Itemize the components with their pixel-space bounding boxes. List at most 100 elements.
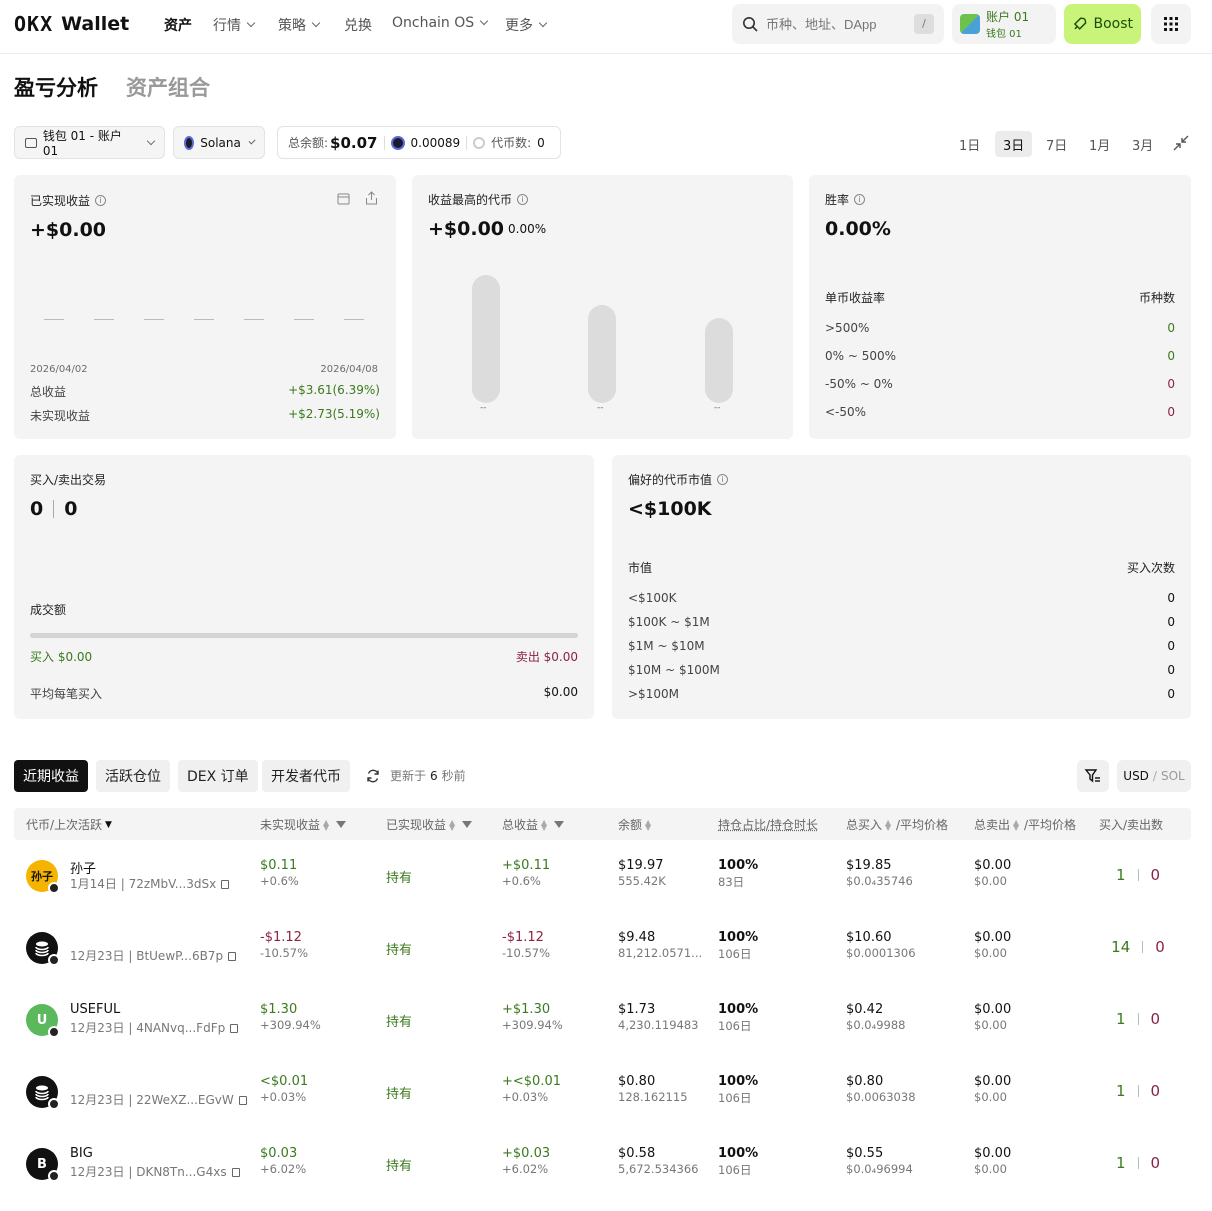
tab-recent-pnl[interactable]: 近期收益	[14, 760, 88, 792]
date-end: 2026/04/08	[320, 364, 378, 375]
token-cell[interactable]: USEFUL 12月23日 | 4NANvq...FdFp	[70, 1002, 239, 1036]
refresh-icon[interactable]	[366, 769, 380, 783]
nav-item-more[interactable]: 更多	[505, 15, 548, 35]
token-cell[interactable]: BIG 12月23日 | DKN8Tn...G4xs	[70, 1146, 240, 1180]
winrate-row-value: 0	[1167, 405, 1175, 419]
range-1m[interactable]: 1月	[1081, 131, 1118, 157]
token-icon	[473, 136, 486, 149]
volume-label: 成交额	[30, 603, 67, 617]
wallet-select[interactable]: 钱包 01 - 账户 01	[14, 126, 165, 159]
buy-avg-price: $0.0₄96994	[846, 1162, 913, 1176]
currency-sol[interactable]: SOL	[1161, 769, 1185, 783]
token-cell[interactable]: 孙子 1月14日 | 72zMbV...3dSx	[70, 858, 230, 892]
buy-avg-price: $0.0₄9988	[846, 1018, 906, 1032]
tab-active-positions[interactable]: 活跃仓位	[96, 760, 170, 792]
chevron-down-icon	[538, 18, 548, 28]
share-icon[interactable]	[365, 191, 378, 205]
nav-item-assets[interactable]: 资产	[164, 15, 192, 35]
tab-dev-tokens[interactable]: 开发者代币	[262, 760, 350, 792]
total-cell: +$0.11 +0.6%	[502, 858, 550, 888]
col-label: 市值	[628, 561, 653, 575]
th-total[interactable]: 总收益 ▲ ▼	[502, 816, 565, 833]
mcap-row: $100K ~ $1M 0	[628, 615, 1175, 629]
total-cell: +$1.30 +309.94%	[502, 1002, 563, 1032]
th-label: 总收益	[502, 818, 539, 832]
th-sell[interactable]: 总卖出 ▲ ▼ /平均价格	[974, 816, 1076, 833]
chevron-down-icon	[311, 18, 321, 28]
copy-icon[interactable]	[228, 952, 237, 961]
nav-item-strategy[interactable]: 策略	[278, 15, 321, 35]
token-meta-text: 12月23日 | DKN8Tn...G4xs	[70, 1165, 227, 1179]
placeholder-bar	[705, 318, 733, 403]
filter-icon[interactable]	[336, 821, 347, 828]
currency-toggle[interactable]: USD / SOL	[1117, 760, 1191, 792]
collapse-icon[interactable]	[1172, 134, 1190, 152]
table-row[interactable]: 12月23日 | 22WeXZ...EGvW <$0.01 +0.03% 持有 +<$0…	[14, 1056, 1191, 1128]
range-1d[interactable]: 1日	[951, 131, 988, 157]
token-meta: 12月23日 | DKN8Tn...G4xs	[70, 1163, 240, 1180]
copy-icon[interactable]	[231, 1168, 240, 1177]
nav-item-market[interactable]: 行情	[213, 15, 256, 35]
mcap-row-value: 0	[1167, 687, 1175, 701]
search-box[interactable]: /	[732, 4, 944, 44]
currency-usd[interactable]: USD	[1123, 769, 1149, 783]
nav-label: Onchain OS	[392, 15, 475, 31]
nav-item-swap[interactable]: 兑换	[344, 15, 372, 35]
table-row[interactable]: U USEFUL 12月23日 | 4NANvq...FdFp $1.30 +309.9…	[14, 984, 1191, 1056]
token-meta-text: 12月23日 | 22WeXZ...EGvW	[70, 1093, 234, 1107]
token-cell[interactable]: 12月23日 | 22WeXZ...EGvW	[70, 1074, 247, 1108]
copy-icon[interactable]	[221, 880, 230, 889]
col-label: 单币收益率	[825, 291, 886, 305]
range-7d[interactable]: 7日	[1038, 131, 1075, 157]
copy-icon[interactable]	[230, 1024, 239, 1033]
unrealized-cell: $0.03 +6.02%	[260, 1146, 306, 1176]
brand-logo[interactable]: OKX Wallet	[14, 12, 129, 36]
tab-portfolio[interactable]: 资产组合	[126, 72, 210, 102]
unrealized-cell: -$1.12 -10.57%	[260, 930, 308, 960]
table-row[interactable]: 12月23日 | BtUewP...6B7p -$1.12 -10.57% 持有 -$1…	[14, 912, 1191, 984]
separator	[53, 500, 55, 518]
info-icon[interactable]: i	[717, 474, 729, 485]
sell-avg-price: $0.00	[974, 1162, 1007, 1176]
unrealized-pct: +6.02%	[260, 1162, 307, 1176]
token-count-value: 0	[537, 135, 545, 150]
info-icon[interactable]: i	[95, 195, 107, 206]
hold-duration: 106日	[718, 1163, 752, 1177]
sell-count: 0	[1150, 1154, 1161, 1172]
token-cell[interactable]: 12月23日 | BtUewP...6B7p	[70, 930, 237, 964]
realized-cell: 持有	[386, 943, 413, 958]
th-realized[interactable]: 已实现收益 ▲ ▼	[386, 816, 473, 833]
nav-item-onchain-os[interactable]: Onchain OS	[392, 15, 489, 31]
winrate-row-value: 0	[1167, 377, 1175, 391]
th-balance[interactable]: 余额 ▲ ▼	[618, 816, 653, 833]
table-row[interactable]: B BIG 12月23日 | DKN8Tn...G4xs $0.03 +6.02% 持有 +…	[14, 1128, 1191, 1200]
chart-placeholder-dash	[294, 319, 314, 320]
th-unrealized[interactable]: 未实现收益 ▲ ▼	[260, 816, 347, 833]
account-switcher[interactable]: 账户 01 钱包 01	[952, 4, 1056, 44]
range-3m[interactable]: 3月	[1124, 131, 1161, 157]
sell-cell: $0.00 $0.00	[974, 1074, 1011, 1104]
range-3d[interactable]: 3日	[995, 131, 1033, 157]
volume-bar	[30, 633, 578, 638]
filter-icon[interactable]	[554, 821, 565, 828]
chain-select[interactable]: Solana	[173, 126, 265, 159]
info-icon[interactable]: i	[517, 194, 529, 205]
th-buy[interactable]: 总买入 ▲ ▼ /平均价格	[846, 816, 948, 833]
search-input[interactable]	[766, 16, 906, 32]
unrealized-value: <$0.01	[260, 1074, 309, 1089]
sol-amount: 0.00089	[410, 135, 461, 150]
table-row[interactable]: 孙子 孙子 1月14日 | 72zMbV...3dSx $0.11 +0.6% 持有 +$0…	[14, 840, 1191, 912]
filter-icon[interactable]	[462, 821, 473, 828]
calendar-icon[interactable]	[337, 192, 350, 205]
token-name: 孙子	[70, 862, 97, 877]
th-token[interactable]: 代币/上次活跃 ▼	[26, 816, 112, 833]
separator	[383, 135, 385, 150]
apps-grid-button[interactable]	[1151, 4, 1191, 44]
tab-dex-orders[interactable]: DEX 订单	[178, 760, 258, 792]
tab-pnl-analysis[interactable]: 盈亏分析	[14, 72, 98, 102]
filter-button[interactable]	[1077, 760, 1109, 792]
th-hold[interactable]: 持仓占比/持仓时长	[718, 816, 818, 833]
info-icon[interactable]: i	[854, 194, 866, 205]
copy-icon[interactable]	[238, 1096, 247, 1105]
boost-button[interactable]: Boost	[1064, 4, 1141, 44]
